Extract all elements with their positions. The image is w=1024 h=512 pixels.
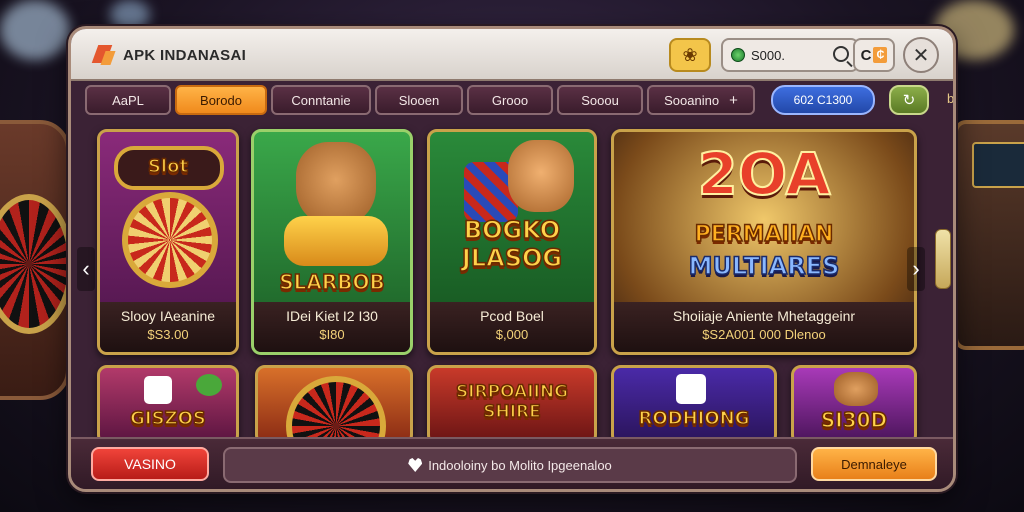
coin-pile-icon bbox=[284, 216, 388, 266]
tab-label: Grooo bbox=[491, 92, 529, 108]
gem-icon bbox=[731, 48, 745, 62]
balance-search-field[interactable]: S000. bbox=[721, 38, 859, 72]
game-logo-text: RODHIONG bbox=[638, 407, 751, 430]
game-price: $,000 bbox=[495, 327, 529, 342]
roulette-wheel-icon bbox=[0, 194, 74, 334]
lion-mascot-icon bbox=[296, 142, 376, 226]
app-title: APK INDANASAI bbox=[123, 46, 247, 64]
game-logo-text: PERMAIIAN bbox=[694, 221, 834, 248]
coin-bag-icon: ❀ bbox=[682, 44, 698, 65]
game-caption: Pcod Boel $,000 bbox=[430, 302, 594, 352]
game-caption: IDei Kiet I2 I30 $I80 bbox=[254, 302, 410, 352]
stage-light bbox=[0, 0, 70, 60]
game-art: BOGKO JLASOG bbox=[430, 132, 594, 308]
game-art: SLARBOB bbox=[254, 132, 410, 308]
tab-conntanie[interactable]: Conntanie bbox=[271, 85, 371, 115]
close-icon: ✕ bbox=[912, 44, 930, 67]
game-logo-text: SI30D bbox=[820, 407, 888, 433]
announcement-bar[interactable]: Indooloiny bo Molito Ipgeenaloo bbox=[223, 447, 797, 483]
shield-icon bbox=[408, 458, 423, 472]
game-card[interactable]: GISZOS bbox=[97, 365, 239, 445]
tab-aapl[interactable]: AaPL bbox=[85, 85, 171, 115]
dog-mascot-icon bbox=[834, 372, 878, 406]
game-name: Slooy IAeanine bbox=[120, 308, 216, 324]
game-caption: Shoiiaje Aniente Mhetaggeinr $S2A001 000… bbox=[614, 302, 914, 352]
leaf-icon bbox=[196, 374, 222, 396]
background-slot-machine bbox=[954, 120, 1024, 350]
game-logo-text: Slot bbox=[147, 155, 189, 178]
announcement-text: Indooloiny bo Molito Ipgeenaloo bbox=[428, 457, 612, 473]
app-logo[interactable]: APK INDANASAI bbox=[93, 43, 246, 67]
game-art: 2OA PERMAIIAN MULTIARES bbox=[614, 132, 914, 308]
game-logo-text: SIRPOAIING SHIRE bbox=[455, 381, 569, 423]
logo-icon bbox=[93, 43, 117, 67]
scroll-left-button[interactable]: ‹ bbox=[77, 247, 95, 291]
game-price: $S2A001 000 Dlenoo bbox=[702, 327, 826, 342]
game-name: IDei Kiet I2 I30 bbox=[286, 308, 378, 324]
tab-grooo[interactable]: Grooo bbox=[467, 85, 553, 115]
promo-pill[interactable]: 602 C1300 bbox=[771, 85, 875, 115]
game-card[interactable]: BOGKO JLASOG Pcod Boel $,000 bbox=[427, 129, 597, 355]
refresh-button[interactable]: ↻ bbox=[889, 85, 929, 115]
game-caption: Slooy IAeanine $S3.00 bbox=[100, 302, 236, 352]
tab-label: Sooanino bbox=[664, 92, 720, 108]
game-logo-text: GISZOS bbox=[129, 407, 206, 430]
tab-label: AaPL bbox=[112, 92, 144, 108]
category-tabs: AaPL Borodo Conntanie Slooen Grooo Sooou… bbox=[85, 85, 953, 115]
game-card[interactable]: SI30D bbox=[791, 365, 917, 445]
search-icon[interactable] bbox=[833, 46, 849, 62]
tab-overflow-label: bo bbox=[947, 91, 955, 106]
game-logo-number: 2OA bbox=[697, 139, 832, 209]
tab-sooanino[interactable]: Sooanino + bbox=[647, 85, 755, 115]
tab-slooen[interactable]: Slooen bbox=[375, 85, 463, 115]
chevron-right-icon: › bbox=[912, 256, 920, 281]
roulette-icon bbox=[122, 192, 218, 288]
refresh-icon: ↻ bbox=[902, 92, 916, 109]
tab-sooou[interactable]: Sooou bbox=[557, 85, 643, 115]
scroll-right-button[interactable]: › bbox=[907, 247, 925, 291]
game-name: Shoiiaje Aniente Mhetaggeinr bbox=[672, 308, 856, 324]
vasino-button[interactable]: VASINO bbox=[91, 447, 209, 481]
app-window: APK INDANASAI ❀ S000. C ₵ ✕ AaPL Borodo … bbox=[68, 26, 956, 492]
scrollbar-handle[interactable] bbox=[935, 229, 951, 289]
coin-bag-button[interactable]: ❀ bbox=[669, 38, 711, 72]
tab-label: Sooou bbox=[581, 92, 619, 108]
game-name: Pcod Boel bbox=[480, 308, 544, 324]
game-price: $I80 bbox=[319, 327, 345, 342]
currency-label: C bbox=[860, 46, 872, 64]
background-roulette-table bbox=[0, 120, 74, 400]
game-card[interactable]: SLARBOB IDei Kiet I2 I30 $I80 bbox=[251, 129, 413, 355]
game-card[interactable]: Slot Slooy IAeanine $S3.00 bbox=[97, 129, 239, 355]
game-logo-subtext: MULTIARES bbox=[688, 251, 840, 281]
plus-icon[interactable]: + bbox=[729, 92, 738, 109]
dice-icon bbox=[144, 376, 172, 404]
game-price: $S3.00 bbox=[147, 327, 189, 342]
game-logo-text: BOGKO JLASOG bbox=[461, 215, 563, 273]
tab-label: Slooen bbox=[398, 92, 440, 108]
game-card-featured[interactable]: 2OA PERMAIIAN MULTIARES Shoiiaje Aniente… bbox=[611, 129, 917, 355]
game-card[interactable]: SIRPOAIING SHIRE bbox=[427, 365, 597, 445]
tab-label: Conntanie bbox=[291, 92, 351, 108]
dice-icon bbox=[676, 374, 706, 404]
balance-amount: S000. bbox=[751, 47, 785, 63]
dog-mascot-icon bbox=[508, 140, 574, 212]
close-button[interactable]: ✕ bbox=[903, 37, 939, 73]
game-card[interactable]: RODHIONG bbox=[611, 365, 777, 445]
bottom-bar: VASINO Indooloiny bo Molito Ipgeenaloo D… bbox=[71, 437, 953, 489]
game-card[interactable] bbox=[255, 365, 413, 445]
game-art: Slot bbox=[100, 132, 236, 308]
roulette-icon bbox=[286, 376, 386, 442]
currency-icon: ₵ bbox=[873, 47, 888, 63]
game-logo-text: SLARBOB bbox=[278, 269, 385, 295]
download-button[interactable]: Demnaleye bbox=[811, 447, 937, 481]
top-bar: APK INDANASAI ❀ S000. C ₵ ✕ bbox=[71, 29, 953, 81]
tab-borodo[interactable]: Borodo bbox=[175, 85, 267, 115]
currency-button[interactable]: C ₵ bbox=[853, 38, 895, 72]
chevron-left-icon: ‹ bbox=[82, 256, 90, 281]
tab-label: Borodo bbox=[200, 92, 242, 108]
slot-screen bbox=[972, 142, 1024, 188]
